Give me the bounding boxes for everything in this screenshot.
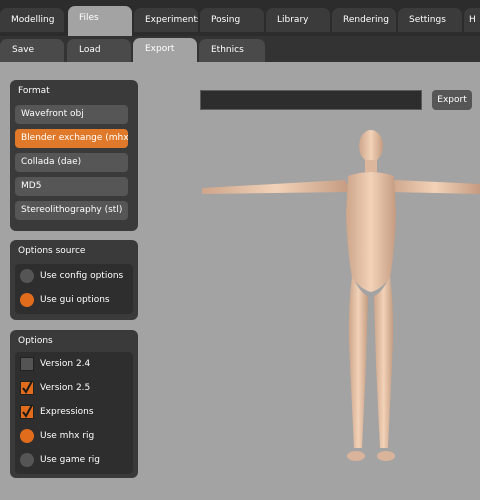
tab-modelling[interactable]: Modelling xyxy=(0,8,64,32)
format-collada-dae[interactable]: Collada (dae) xyxy=(15,153,128,172)
options-group: Options Version 2.4 Version 2.5 Expressi… xyxy=(10,330,138,478)
subtab-export[interactable]: Export xyxy=(133,38,197,62)
checkmark-icon xyxy=(20,404,34,419)
left-arm xyxy=(202,180,350,194)
subtab-save[interactable]: Save xyxy=(0,39,64,62)
format-md5[interactable]: MD5 xyxy=(15,177,128,196)
version-24-label: Version 2.4 xyxy=(40,359,91,369)
export-button[interactable]: Export xyxy=(432,90,472,110)
version-25-label: Version 2.5 xyxy=(40,383,91,393)
right-leg xyxy=(374,276,394,448)
right-arm xyxy=(390,180,480,194)
use-gui-options-label: Use gui options xyxy=(40,295,110,305)
files-sub-tab-bar: Save Load Export Ethnics xyxy=(0,36,480,62)
checkmark-icon xyxy=(20,380,34,395)
main-tab-bar: Modelling Files Experiments Posing Libra… xyxy=(0,0,480,36)
tab-settings[interactable]: Settings xyxy=(398,8,462,32)
tab-library[interactable]: Library xyxy=(266,8,330,32)
tab-posing[interactable]: Posing xyxy=(200,8,264,32)
format-stereolithography-stl[interactable]: Stereolithography (stl) xyxy=(15,201,128,220)
subtab-ethnics[interactable]: Ethnics xyxy=(199,39,265,62)
radio-off-icon xyxy=(20,269,34,283)
format-group-title: Format xyxy=(18,86,50,96)
human-model-figure xyxy=(202,130,480,461)
export-filename-input[interactable] xyxy=(200,90,422,110)
subtab-load[interactable]: Load xyxy=(67,39,131,62)
format-blender-mhx[interactable]: Blender exchange (mhx) xyxy=(15,129,128,148)
format-group: Format Wavefront obj Blender exchange (m… xyxy=(10,80,138,231)
options-source-list: Use config options Use gui options xyxy=(15,264,133,314)
neck xyxy=(365,160,377,172)
use-mhx-rig-label: Use mhx rig xyxy=(40,431,95,441)
checkbox-unchecked-icon xyxy=(20,357,34,371)
expressions-label: Expressions xyxy=(40,407,94,417)
tab-experiments[interactable]: Experiments xyxy=(134,8,198,32)
torso xyxy=(346,172,396,292)
options-list: Version 2.4 Version 2.5 Expressions Use … xyxy=(15,352,133,474)
tab-help[interactable]: H xyxy=(464,8,480,32)
left-leg xyxy=(348,276,368,448)
options-source-title: Options source xyxy=(18,246,86,256)
format-wavefront-obj[interactable]: Wavefront obj xyxy=(15,105,128,124)
radio-on-icon xyxy=(20,429,34,443)
right-foot xyxy=(377,451,395,461)
tab-rendering[interactable]: Rendering xyxy=(332,8,396,32)
options-title: Options xyxy=(18,336,53,346)
radio-on-icon xyxy=(20,293,34,307)
radio-off-icon xyxy=(20,453,34,467)
use-game-rig-label: Use game rig xyxy=(40,455,100,465)
left-foot xyxy=(347,451,365,461)
head xyxy=(359,130,383,162)
tab-files[interactable]: Files xyxy=(68,6,132,36)
options-source-group: Options source Use config options Use gu… xyxy=(10,240,138,320)
use-config-options-label: Use config options xyxy=(40,271,124,281)
